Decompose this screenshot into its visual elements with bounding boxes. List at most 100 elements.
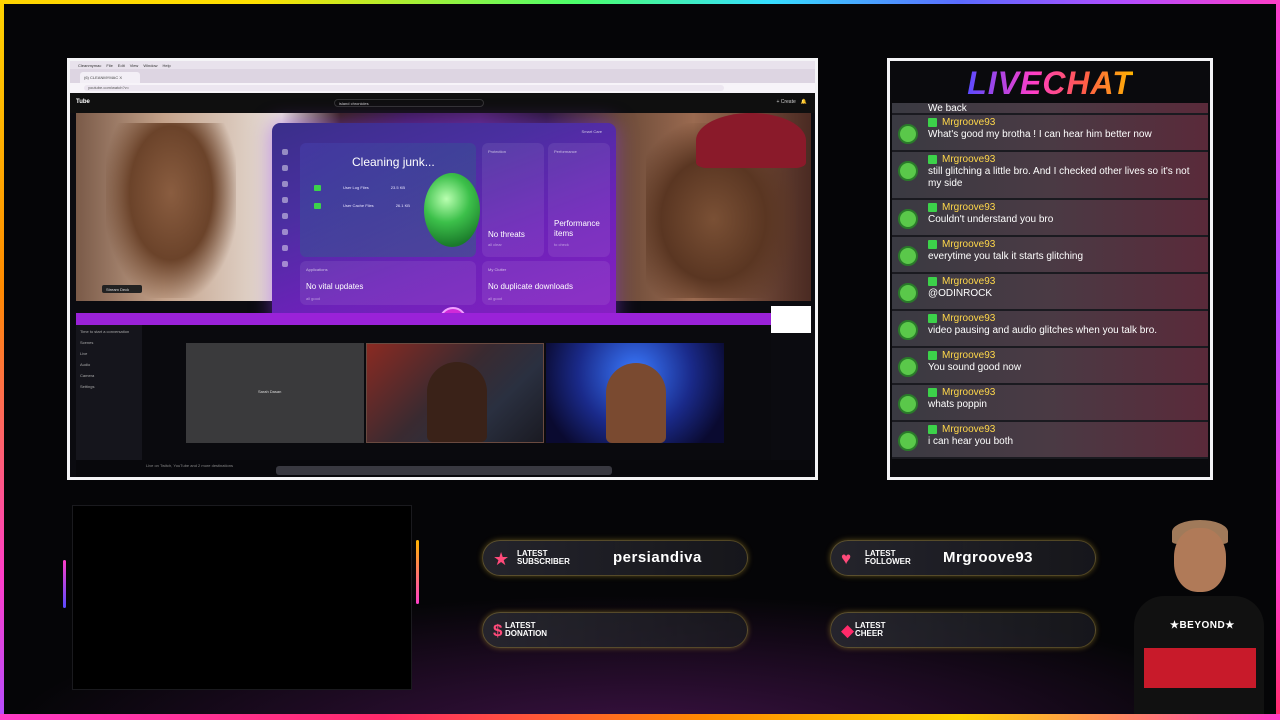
chat-message: Mrgroove93 everytime you talk it starts …: [892, 237, 1208, 274]
camera-feed-2[interactable]: [366, 343, 544, 443]
cleaning-heading: Cleaning junk...: [352, 155, 435, 169]
studio-sidebar: Time to start a conversation Scenes Live…: [76, 325, 142, 460]
chat-message-text: @ODINROCK: [928, 288, 993, 299]
latest-subscriber-name: persiandiva: [613, 549, 702, 566]
card-tag: My Clutter: [488, 267, 507, 272]
applications-card[interactable]: Applications No vital updates all good: [300, 261, 476, 305]
moderator-badge-icon: [928, 425, 937, 434]
chat-message-text: You sound good now: [928, 362, 1022, 373]
junk-item-size: 23.5 KB: [390, 185, 406, 190]
user-avatar-icon: [898, 394, 918, 414]
card-sub: all clear: [488, 242, 502, 247]
stream-deck-label: Stream Deck: [102, 285, 142, 293]
chat-username[interactable]: Mrgroove93: [942, 313, 995, 324]
chat-message: Mrgroove93 @ODINROCK: [892, 274, 1208, 311]
junk-item-name: User Cache Files: [343, 203, 374, 208]
cleaner-title: Smart Care: [581, 129, 602, 134]
junk-item-name: User Log Files: [343, 185, 369, 190]
studio-nav-item[interactable]: Scenes: [80, 340, 138, 345]
chat-username[interactable]: Mrgroove93: [942, 154, 995, 165]
star-icon: ★: [493, 549, 510, 569]
camera-feed-3[interactable]: [546, 343, 724, 443]
sidebar-icon[interactable]: [282, 261, 288, 267]
studio-nav-item[interactable]: Audio: [80, 362, 138, 367]
streamer-shirt-stripe: [1144, 648, 1256, 688]
rainbow-border-top: [0, 0, 1280, 4]
menu-item[interactable]: Help: [163, 63, 171, 68]
menu-item[interactable]: Edit: [118, 63, 125, 68]
chat-message: Mrgroove93 Couldn't understand you bro: [892, 200, 1208, 237]
chat-username[interactable]: Mrgroove93: [942, 202, 995, 213]
studio-title: Time to start a conversation: [80, 329, 130, 334]
neon-accent: [416, 540, 419, 604]
chat-username[interactable]: Mrgroove93: [942, 276, 995, 287]
address-bar[interactable]: youtube.com/watch?v=: [84, 85, 724, 91]
checkbox-icon[interactable]: [314, 185, 321, 191]
browser-tab[interactable]: (6) CLEANMYMAC X: [80, 72, 140, 83]
protection-card[interactable]: Protection No threats all clear: [482, 143, 544, 257]
junk-item: User Cache Files 26.1 KB: [314, 203, 410, 209]
chat-username[interactable]: Mrgroove93: [942, 350, 995, 361]
chat-message: We back: [892, 103, 1208, 115]
chat-message: Mrgroove93 i can hear you both: [892, 422, 1208, 459]
chat-username[interactable]: Mrgroove93: [942, 387, 995, 398]
menu-item[interactable]: File: [106, 63, 112, 68]
card-text: No vital updates: [306, 282, 364, 291]
chat-username[interactable]: Mrgroove93: [942, 424, 995, 435]
menu-item[interactable]: View: [130, 63, 139, 68]
studio-cameras: Sarah Dasan: [142, 325, 771, 460]
moderator-badge-icon: [928, 314, 937, 323]
alert-label: LATEST DONATION: [505, 621, 548, 638]
sidebar-icon[interactable]: [282, 165, 288, 171]
youtube-header: Tube island chronicles + Create 🔔: [70, 93, 815, 113]
camera-label: Sarah Dasan: [258, 389, 282, 394]
sidebar-icon[interactable]: [282, 181, 288, 187]
shirt-logo: ★BEYOND★: [1170, 620, 1235, 631]
webcam-placeholder: [72, 505, 412, 690]
user-avatar-icon: [898, 357, 918, 377]
latest-follower-panel: ♥ LATEST FOLLOWER Mrgroove93: [830, 540, 1096, 576]
performance-card[interactable]: Performance Performance items to check: [548, 143, 610, 257]
mac-dock[interactable]: [276, 466, 612, 475]
chat-message: Mrgroove93 whats poppin: [892, 385, 1208, 422]
studio-nav-item[interactable]: Camera: [80, 373, 138, 378]
youtube-search-input[interactable]: island chronicles: [334, 99, 484, 107]
user-avatar-icon: [898, 283, 918, 303]
youtube-logo[interactable]: Tube: [76, 99, 90, 105]
create-button[interactable]: + Create: [776, 99, 795, 105]
user-avatar-icon: [898, 124, 918, 144]
camera-feed-1[interactable]: Sarah Dasan: [186, 343, 364, 443]
user-avatar-icon: [898, 161, 918, 181]
latest-follower-name: Mrgroove93: [943, 549, 1034, 566]
sidebar-icon[interactable]: [282, 197, 288, 203]
sidebar-icon[interactable]: [282, 213, 288, 219]
user-avatar-icon: [898, 246, 918, 266]
menu-item[interactable]: Cleanmymac: [78, 63, 101, 68]
livechat-panel: LIVECHAT We back Mrgroove93 What's good …: [887, 58, 1213, 480]
card-tag: Performance: [554, 149, 577, 154]
sidebar-icon[interactable]: [282, 229, 288, 235]
chat-username[interactable]: Mrgroove93: [942, 117, 995, 128]
chat-message-text: whats poppin: [928, 399, 987, 410]
chat-username[interactable]: Mrgroove93: [942, 239, 995, 250]
clutter-card[interactable]: My Clutter No duplicate downloads all go…: [482, 261, 610, 305]
thumbnail-red-cap: [696, 113, 806, 168]
sidebar-icon[interactable]: [282, 245, 288, 251]
neon-accent: [63, 560, 66, 608]
studio-nav-item[interactable]: Settings: [80, 384, 138, 389]
moderator-badge-icon: [928, 277, 937, 286]
cleaner-app-window: Smart Care Cleaning junk... User Log Fil…: [272, 123, 616, 335]
chat-message-text: video pausing and audio glitches when yo…: [928, 325, 1158, 336]
card-tag: Applications: [306, 267, 328, 272]
notifications-icon[interactable]: 🔔: [801, 99, 807, 105]
checkbox-icon[interactable]: [314, 203, 321, 209]
menu-item[interactable]: Window: [143, 63, 157, 68]
chat-message-text: Couldn't understand you bro: [928, 214, 1054, 225]
sidebar-icon[interactable]: [282, 149, 288, 155]
studio-nav-item[interactable]: Live: [80, 351, 138, 356]
user-avatar-icon: [898, 209, 918, 229]
user-avatar-icon: [898, 320, 918, 340]
streamer-head: [1174, 528, 1226, 592]
card-sub: all good: [488, 296, 503, 301]
junk-item-size: 26.1 KB: [395, 203, 410, 208]
